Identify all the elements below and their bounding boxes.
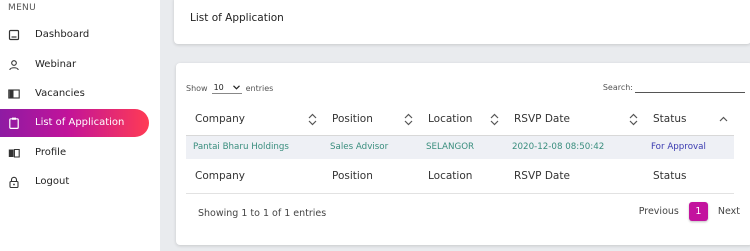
footer-position: Position xyxy=(323,159,419,194)
column-header-label: Location xyxy=(428,112,473,125)
main-content: List of Application Show 10 entries Sear… xyxy=(160,0,750,251)
entries-select-value: 10 xyxy=(213,83,224,92)
entries-label: entries xyxy=(245,83,274,93)
cell-company: Pantai Bharu Holdings xyxy=(186,135,323,159)
lock-icon xyxy=(8,176,20,189)
sidebar-item-label: Profile xyxy=(35,147,67,158)
table-row: Pantai Bharu Holdings Sales Advisor SELA… xyxy=(186,135,734,159)
column-header-company[interactable]: Company xyxy=(186,103,323,136)
entries-length-control: Show 10 entries xyxy=(186,82,273,94)
sidebar-item-label: Logout xyxy=(35,176,70,187)
column-header-label: Company xyxy=(195,112,245,125)
cell-position: Sales Advisor xyxy=(323,135,419,159)
sort-icon xyxy=(629,113,638,126)
applications-table: Company Position Location RSVP Date Stat… xyxy=(186,103,734,194)
column-header-location[interactable]: Location xyxy=(419,103,505,136)
next-button[interactable]: Next xyxy=(718,206,740,217)
clipboard-icon xyxy=(8,117,20,130)
sidebar-item-dashboard[interactable]: Dashboard xyxy=(0,21,160,49)
previous-button[interactable]: Previous xyxy=(639,206,679,217)
dashboard-icon xyxy=(8,29,20,41)
menu-heading: MENU xyxy=(8,3,36,13)
sidebar: MENU Dashboard Webinar Vacancies List of… xyxy=(0,0,160,251)
sort-ascending-icon xyxy=(719,113,728,126)
sidebar-item-webinar[interactable]: Webinar xyxy=(0,51,160,79)
cell-status: For Approval xyxy=(644,135,734,159)
column-header-rsvp-date[interactable]: RSVP Date xyxy=(505,103,644,136)
chevron-down-icon xyxy=(232,83,240,92)
sort-icon xyxy=(308,113,317,126)
sidebar-item-profile[interactable]: Profile xyxy=(0,139,160,167)
table-card: Show 10 entries Search: Company Position… xyxy=(176,63,750,245)
column-header-status[interactable]: Status xyxy=(644,103,734,136)
entries-select[interactable]: 10 xyxy=(211,82,242,94)
search-control: Search: xyxy=(603,82,745,93)
page-title: List of Application xyxy=(190,12,284,24)
footer-location: Location xyxy=(419,159,505,194)
sidebar-item-label: Webinar xyxy=(35,59,77,70)
sidebar-item-label: Dashboard xyxy=(35,29,90,40)
column-header-label: RSVP Date xyxy=(514,112,570,125)
sidebar-item-label: List of Application xyxy=(35,117,125,128)
footer-status: Status xyxy=(644,159,734,194)
user-icon xyxy=(8,59,20,71)
table-footer-row: Company Position Location RSVP Date Stat… xyxy=(186,159,734,194)
pagination: Previous 1 Next xyxy=(639,202,740,221)
sidebar-item-list-of-application[interactable]: List of Application xyxy=(0,109,149,137)
footer-company: Company xyxy=(186,159,323,194)
sort-icon xyxy=(490,113,499,126)
table-info: Showing 1 to 1 of 1 entries xyxy=(198,208,327,219)
cell-rsvp-date: 2020-12-08 08:50:42 xyxy=(505,135,644,159)
vacancies-icon xyxy=(8,88,20,100)
column-header-label: Position xyxy=(332,112,373,125)
search-input[interactable] xyxy=(635,82,745,93)
search-label: Search: xyxy=(602,83,633,92)
page-button-1[interactable]: 1 xyxy=(688,202,708,221)
sidebar-item-label: Vacancies xyxy=(35,88,85,99)
book-icon xyxy=(8,147,20,159)
sort-icon xyxy=(404,113,413,126)
show-label: Show xyxy=(186,83,208,93)
sidebar-item-logout[interactable]: Logout xyxy=(0,168,160,196)
footer-rsvp-date: RSVP Date xyxy=(505,159,644,194)
column-header-position[interactable]: Position xyxy=(323,103,419,136)
column-header-label: Status xyxy=(653,112,687,125)
sidebar-item-vacancies[interactable]: Vacancies xyxy=(0,80,160,108)
cell-location: SELANGOR xyxy=(419,135,505,159)
title-card: List of Application xyxy=(174,0,750,44)
